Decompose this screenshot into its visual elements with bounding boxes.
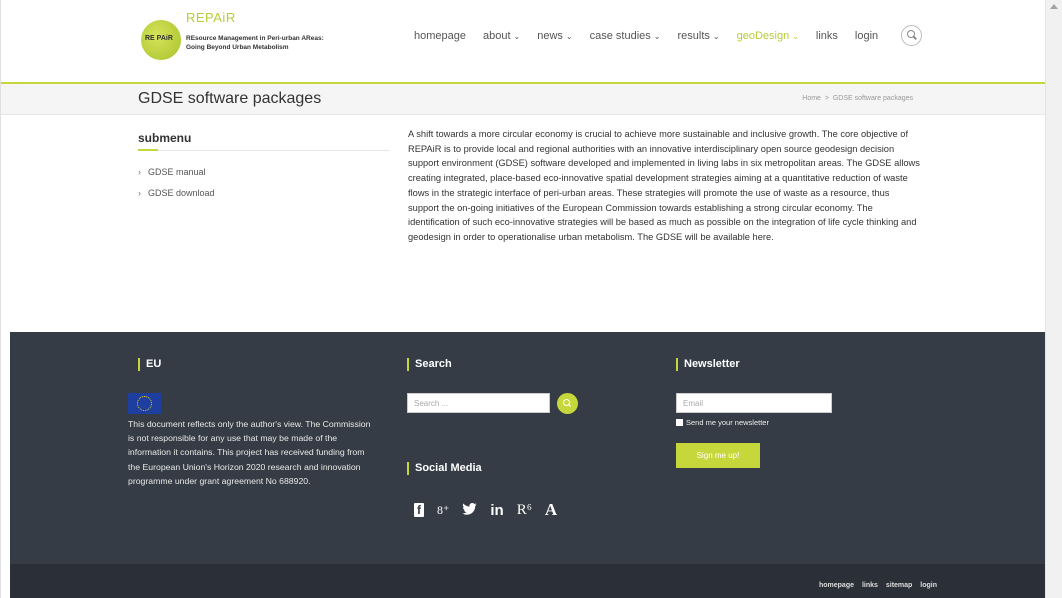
footer-bottom-bar: [10, 564, 1045, 598]
facebook-icon[interactable]: f: [414, 503, 424, 517]
chevron-right-icon: ›: [138, 188, 141, 198]
search-icon[interactable]: [901, 25, 922, 46]
eu-disclaimer-text: This document reflects only the author's…: [128, 419, 371, 486]
google-plus-icon[interactable]: 8⁺: [437, 503, 449, 518]
chevron-down-icon: ⌄: [712, 32, 720, 41]
footer-heading-eu: EU: [138, 358, 161, 371]
breadcrumb-current: GDSE software packages: [832, 95, 913, 102]
main-nav: homepage about ⌄ news ⌄ case studies ⌄ resu…: [414, 26, 895, 46]
nav-item-login[interactable]: login: [855, 30, 878, 42]
breadcrumb-home[interactable]: Home: [802, 95, 821, 102]
divider: [138, 150, 390, 151]
eu-flag-icon: [128, 393, 161, 414]
page-title: GDSE software packages: [138, 90, 322, 107]
search-icon[interactable]: [557, 393, 578, 414]
researchgate-icon[interactable]: R⁶: [517, 502, 532, 519]
logo-mark: RE PAiR: [141, 20, 181, 60]
logo-title: REPAiR: [186, 10, 236, 25]
nav-item-links[interactable]: links: [816, 30, 838, 42]
chevron-down-icon: ⌄: [565, 32, 573, 41]
signup-button[interactable]: Sign me up!: [676, 443, 760, 468]
chevron-right-icon: ›: [138, 167, 141, 177]
footer-heading-search: Search: [407, 358, 452, 371]
footer-link-homepage[interactable]: homepage: [819, 582, 854, 589]
breadcrumb-separator: >: [824, 95, 829, 102]
newsletter-checkbox[interactable]: [676, 419, 683, 426]
linkedin-icon[interactable]: in: [490, 502, 503, 519]
social-links: f 8⁺ in R⁶ A: [414, 500, 570, 520]
footer-heading-social: Social Media: [407, 462, 482, 475]
academia-icon[interactable]: A: [545, 500, 557, 520]
scrollbar[interactable]: [1045, 0, 1062, 598]
footer-bottom-links: homepage links sitemap login: [813, 582, 937, 589]
nav-item-geodesign[interactable]: geoDesign ⌄: [737, 30, 799, 42]
logo-subtitle: Going Beyond Urban Metabolism: [186, 44, 289, 51]
footer-heading-newsletter: Newsletter: [676, 358, 740, 371]
site-header: RE PAiR REPAiR REsource Management in Pe…: [1, 0, 1047, 84]
footer-link-links[interactable]: links: [862, 582, 878, 589]
chevron-down-icon: ⌄: [792, 32, 799, 41]
scroll-up-arrow-icon[interactable]: [1050, 4, 1058, 9]
newsletter-checkbox-label: Send me your newsletter: [686, 418, 769, 427]
nav-item-news[interactable]: news ⌄: [537, 30, 572, 42]
submenu-item-gdse-manual[interactable]: › GDSE manual: [138, 167, 206, 177]
chevron-down-icon: ⌄: [653, 32, 661, 41]
nav-item-homepage[interactable]: homepage: [414, 30, 466, 42]
submenu-title: submenu: [138, 131, 192, 145]
footer-search-input[interactable]: Search ...: [407, 393, 550, 413]
logo-subtitle: REsource Management in Peri-urban AReas:: [186, 35, 324, 42]
twitter-icon[interactable]: [462, 502, 478, 519]
breadcrumb: Home > GDSE software packages: [802, 95, 913, 102]
submenu-item-gdse-download[interactable]: › GDSE download: [138, 188, 215, 198]
footer-link-login[interactable]: login: [920, 582, 937, 589]
main-content-text: A shift towards a more circular economy …: [408, 129, 920, 242]
title-bar: GDSE software packages Home > GDSE softw…: [1, 84, 1047, 115]
footer-link-sitemap[interactable]: sitemap: [886, 582, 912, 589]
newsletter-email-input[interactable]: Email: [676, 393, 832, 413]
nav-item-results[interactable]: results ⌄: [677, 30, 719, 42]
divider-accent: [138, 149, 158, 151]
chevron-down-icon: ⌄: [513, 32, 521, 41]
nav-item-about[interactable]: about ⌄: [483, 30, 520, 42]
nav-item-case-studies[interactable]: case studies ⌄: [590, 30, 661, 42]
